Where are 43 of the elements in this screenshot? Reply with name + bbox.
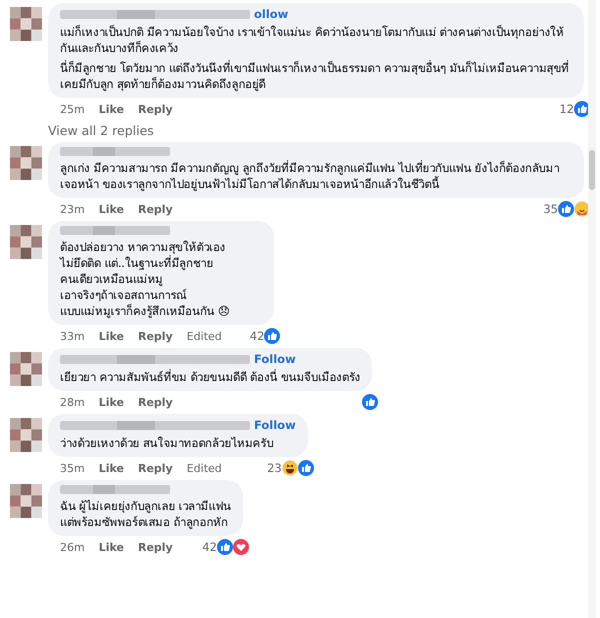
reply-link[interactable]: Reply	[138, 202, 173, 216]
thumbs-up-icon	[558, 201, 574, 217]
comment-time: 33m	[60, 330, 85, 342]
edited-label: Edited	[186, 462, 222, 474]
like-link[interactable]: Like	[98, 202, 124, 216]
comment-text: ว่างด้วยเหงาด้วย สนใจมาทอดกล้วยไหมครับ	[60, 435, 274, 451]
reaction-count: 42	[202, 540, 217, 554]
comment-text: ฉัน ผู้ไม่เคยยุ่งกับลูกเลย เวลามีแฟน แต่พร้อมซัพพอร์ตเสมอ ถ้าลูกอกหัก	[60, 498, 231, 530]
comment-text: เยียวยา ความสัมพันธ์ที่ขม ด้วยขนมดีดี ต้องนี่ ขนมจีบเมืองตรัง	[60, 369, 360, 385]
reply-link[interactable]: Reply	[138, 462, 173, 474]
reply-link[interactable]: Reply	[138, 540, 173, 554]
follow-link[interactable]: Follow	[254, 353, 296, 365]
like-link[interactable]: Like	[98, 462, 124, 474]
comment-time: 25m	[60, 102, 85, 116]
reaction-count: 35	[543, 202, 558, 216]
like-link[interactable]: Like	[98, 540, 124, 554]
comment-text: ลูกเก่ง มีความสามารถ มีความกตัญญู ลูกถึงวัยที่มีความรักลูกแค่มีแฟน ไปเที่ยวกับแฟน ยังไงก็ต้องกลับมาเจอหน้า ของเราลูกจากไปอยู่บนฟ้าไม่มีโอกาสได้กลับมาเจอหน้าอีกแล้วในชีวิตนี้	[60, 160, 560, 192]
follow-link[interactable]: ollow	[254, 8, 288, 20]
view-replies-link[interactable]: View all 2 replies	[10, 123, 588, 138]
thumbs-up-icon	[216, 539, 233, 555]
comment-time: 28m	[60, 396, 85, 408]
reply-link[interactable]: Reply	[138, 102, 173, 116]
edited-label: Edited	[186, 330, 222, 342]
laughing-face-icon	[282, 460, 298, 476]
reaction-count: 23	[267, 461, 282, 475]
like-link[interactable]: Like	[98, 330, 124, 342]
scrollbar[interactable]	[588, 0, 596, 618]
comment-time: 26m	[60, 540, 85, 554]
follow-link[interactable]: Follow	[254, 419, 296, 431]
comment-text: นี่ก็มีลูกชาย โตวัยมาก แต่ถึงวันนึงที่เขามีแฟนเราก็เหงาเป็นธรรมดา ความสุขอื่นๆ มันก็ไม่เหมือนความสุขที่เคยมีกับลูก สุดท้ายก็ต้องมาวนคิดถึงลูกอยู่ดี	[60, 60, 570, 92]
thumbs-up-icon	[264, 328, 280, 344]
thumbs-up-icon	[298, 460, 314, 476]
reaction-count: 12	[559, 102, 574, 116]
comment-time: 35m	[60, 462, 85, 474]
reaction-count: 42	[250, 329, 264, 343]
comment-text: ต้องปล่อยวาง หาความสุขให้ตัวเอง ไม่ยึดติด แต่..ในฐานะที่มีลูกชาย คนเดียวเหมือนแม่หมู เอาจริงๆถ้าเจอสถานการณ์ แบบแม่หมูเราก็คงรู้สึกเหมือนกัน 😞	[60, 239, 231, 319]
reply-link[interactable]: Reply	[138, 330, 173, 342]
comment-time: 23m	[60, 202, 85, 216]
like-link[interactable]: Like	[98, 396, 124, 408]
like-link[interactable]: Like	[98, 102, 124, 116]
thumbs-up-icon	[362, 394, 378, 410]
reply-link[interactable]: Reply	[138, 396, 173, 408]
comment-text: แม่ก็เหงาเป็นปกติ มีความน้อยใจบ้าง เราเข้าใจแม่นะ คิดว่าน้องนายโตมากับแม่ ต่างคนต่างเป็นทุกอย่างให้กันและกันบางทีก็คงเคว้ง	[60, 24, 565, 56]
